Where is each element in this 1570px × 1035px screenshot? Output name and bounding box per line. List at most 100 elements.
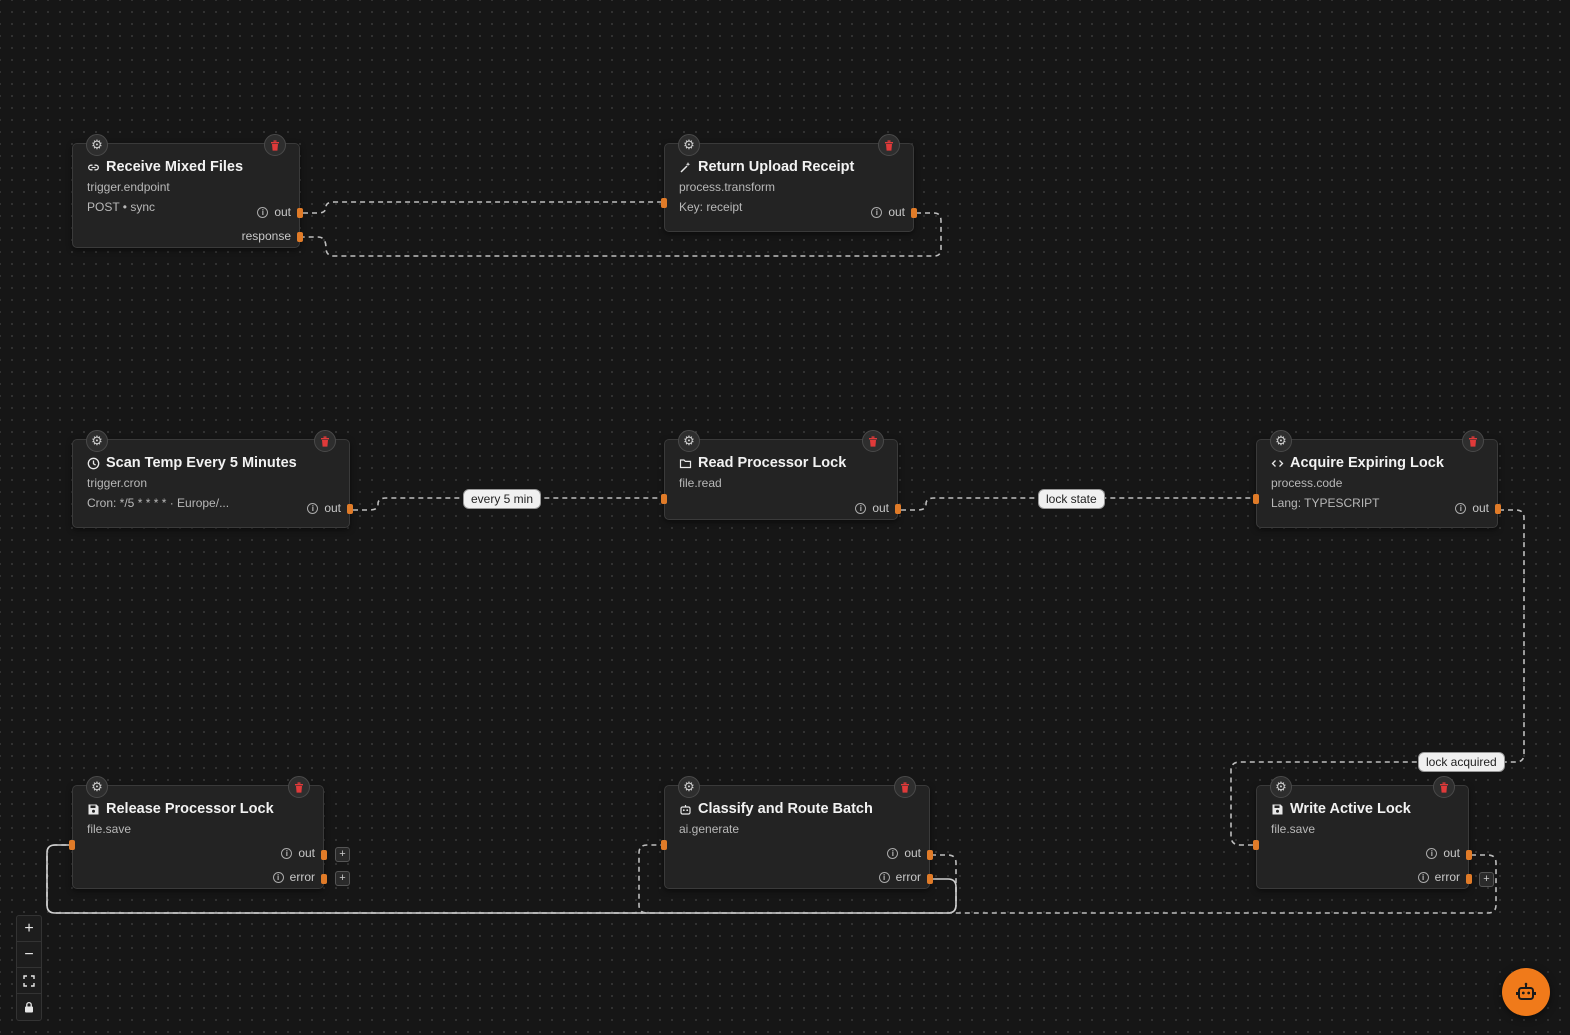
port-response: response — [242, 229, 291, 243]
node-title-text: Return Upload Receipt — [698, 159, 855, 175]
node-return-upload-receipt[interactable]: ⚙ Return Upload Receipt process.transfor… — [661, 134, 917, 232]
edge-label-every-5-min[interactable]: every 5 min — [463, 489, 542, 509]
output-handle[interactable] — [297, 208, 303, 218]
node-title-text: Receive Mixed Files — [106, 159, 244, 175]
info-icon[interactable]: i — [878, 871, 890, 883]
edge-label-lock-acquired[interactable]: lock acquired — [1418, 752, 1505, 772]
port-out: i out — [307, 501, 341, 515]
info-icon[interactable]: i — [272, 871, 284, 883]
port-out: i out — [257, 205, 291, 219]
link-icon — [87, 161, 100, 174]
node-type: trigger.endpoint — [87, 180, 170, 194]
fit-view-button[interactable] — [17, 968, 41, 994]
edge-label-lock-state[interactable]: lock state — [1038, 489, 1105, 509]
node-detail: Key: receipt — [679, 200, 743, 214]
output-handle[interactable] — [321, 850, 327, 860]
node-detail: Cron: */5 * * * * · Europe/... — [87, 496, 230, 510]
info-icon[interactable]: i — [871, 206, 883, 218]
input-handle[interactable] — [661, 198, 667, 208]
code-icon — [1271, 457, 1284, 470]
response-handle[interactable] — [297, 232, 303, 242]
info-icon[interactable]: i — [855, 502, 867, 514]
output-handle[interactable] — [1495, 504, 1501, 514]
node-write-active-lock[interactable]: ⚙ Write Active Lock file.save i out i er… — [1253, 776, 1494, 889]
node-receive-mixed-files[interactable]: ⚙ Receive Mixed Files trigger.endpoint P… — [72, 134, 303, 248]
info-icon[interactable]: i — [1455, 502, 1467, 514]
info-icon[interactable]: i — [887, 847, 899, 859]
info-icon[interactable]: i — [1417, 871, 1429, 883]
port-response-label: response — [241, 229, 291, 243]
output-handle[interactable] — [347, 504, 353, 514]
node-scan-temp[interactable]: ⚙ Scan Temp Every 5 Minutes trigger.cron… — [72, 430, 353, 528]
canvas-controls: + − — [16, 915, 42, 1021]
lock-icon — [25, 1001, 33, 1013]
zoom-in-button[interactable]: + — [17, 916, 41, 942]
gear-icon[interactable]: ⚙ — [1270, 776, 1292, 798]
trash-icon[interactable] — [1433, 776, 1455, 798]
port-out-label: out — [324, 501, 341, 515]
port-out-label: out — [904, 846, 921, 860]
output-handle[interactable] — [1466, 850, 1472, 860]
add-out-button[interactable]: + — [335, 847, 350, 862]
node-type: process.code — [1271, 476, 1343, 490]
error-handle[interactable] — [1466, 874, 1472, 884]
output-handle[interactable] — [911, 208, 917, 218]
info-icon[interactable]: i — [1426, 847, 1438, 859]
gear-icon[interactable]: ⚙ — [678, 134, 700, 156]
port-out: i out — [871, 205, 905, 219]
node-classify-route-batch[interactable]: ⚙ Classify and Route Batch ai.generate i… — [661, 776, 933, 889]
node-detail: POST • sync — [87, 200, 155, 214]
port-error-label: error — [289, 870, 315, 884]
trash-icon[interactable] — [894, 776, 916, 798]
port-out-label: out — [1443, 846, 1460, 860]
input-handle[interactable] — [661, 494, 667, 504]
input-handle[interactable] — [661, 840, 667, 850]
add-error-button[interactable]: + — [1479, 872, 1494, 887]
gear-icon[interactable]: ⚙ — [1270, 430, 1292, 452]
add-error-button[interactable]: + — [335, 871, 350, 886]
lock-button[interactable] — [17, 994, 41, 1020]
output-handle[interactable] — [927, 850, 933, 860]
node-title: Return Upload Receipt — [679, 159, 854, 175]
node-title-text: Acquire Expiring Lock — [1290, 455, 1444, 471]
node-read-processor-lock[interactable]: ⚙ Read Processor Lock file.read i out — [661, 430, 901, 520]
port-out: i out — [1426, 846, 1460, 860]
trash-icon[interactable] — [878, 134, 900, 156]
node-title-text: Classify and Route Batch — [698, 801, 873, 817]
gear-icon[interactable]: ⚙ — [678, 430, 700, 452]
node-release-processor-lock[interactable]: ⚙ Release Processor Lock file.save i out… — [69, 776, 350, 889]
node-title: Receive Mixed Files — [87, 159, 243, 175]
zoom-out-button[interactable]: − — [17, 942, 41, 968]
node-title: Read Processor Lock — [679, 455, 846, 471]
gear-icon[interactable]: ⚙ — [86, 430, 108, 452]
edge-receive-to-return[interactable] — [303, 201, 663, 214]
trash-icon[interactable] — [862, 430, 884, 452]
trash-icon[interactable] — [288, 776, 310, 798]
info-icon[interactable]: i — [257, 206, 269, 218]
output-handle[interactable] — [895, 504, 901, 514]
input-handle[interactable] — [1253, 494, 1259, 504]
trash-icon[interactable] — [1462, 430, 1484, 452]
error-handle[interactable] — [927, 874, 933, 884]
input-handle[interactable] — [69, 840, 75, 850]
port-out-label: out — [888, 205, 905, 219]
port-out: i out — [281, 846, 315, 860]
node-acquire-expiring-lock[interactable]: ⚙ Acquire Expiring Lock process.code Lan… — [1253, 430, 1501, 528]
port-error-label: error — [1434, 870, 1460, 884]
port-error-label: error — [895, 870, 921, 884]
assistant-button[interactable] — [1502, 968, 1550, 1016]
error-handle[interactable] — [321, 874, 327, 884]
gear-icon[interactable]: ⚙ — [86, 134, 108, 156]
port-out-label: out — [872, 501, 889, 515]
trash-icon[interactable] — [314, 430, 336, 452]
port-out-label: out — [298, 846, 315, 860]
info-icon[interactable]: i — [307, 502, 319, 514]
gear-icon[interactable]: ⚙ — [86, 776, 108, 798]
input-handle[interactable] — [1253, 840, 1259, 850]
info-icon[interactable]: i — [281, 847, 293, 859]
gear-icon[interactable]: ⚙ — [678, 776, 700, 798]
save-icon — [87, 803, 100, 816]
clock-icon — [87, 457, 100, 470]
port-out: i out — [887, 846, 921, 860]
trash-icon[interactable] — [264, 134, 286, 156]
